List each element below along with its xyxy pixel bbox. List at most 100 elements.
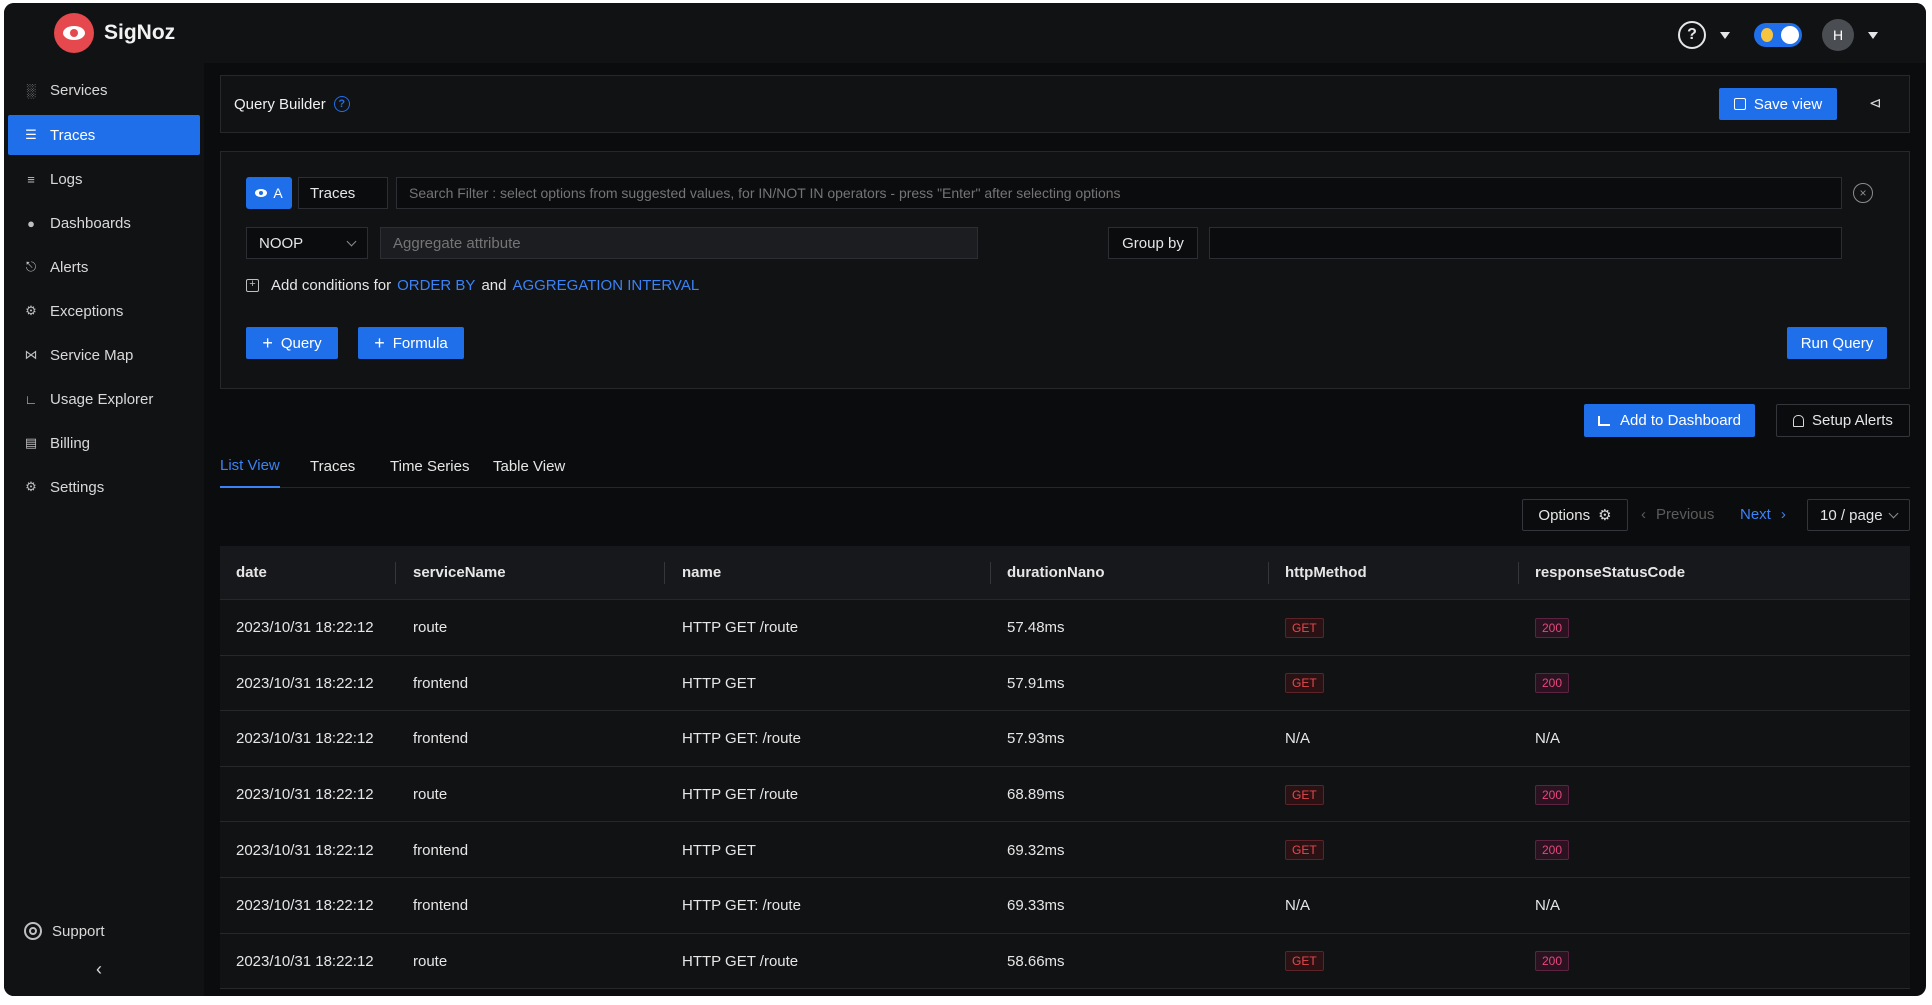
sidebar-item-dashboards[interactable]: ● Dashboards <box>8 203 200 243</box>
add-formula-button[interactable]: + Formula <box>358 327 464 359</box>
order-by-link[interactable]: ORDER BY <box>397 277 475 294</box>
info-icon[interactable]: ? <box>333 96 350 112</box>
avatar[interactable]: H <box>1822 19 1854 51</box>
options-label: Options <box>1538 506 1591 524</box>
run-query-label: Run Query <box>1800 334 1874 352</box>
align-left-icon: ≡ <box>27 171 35 187</box>
table-row[interactable]: 2023/10/31 18:22:12 frontend HTTP GET 57.91… <box>220 655 1910 712</box>
column-header-response-status-code[interactable]: responseStatusCode <box>1535 564 1685 581</box>
dashboard-icon: ● <box>27 215 35 231</box>
options-button[interactable]: Options ⚙ <box>1522 499 1628 531</box>
close-circle-icon[interactable]: × <box>1853 183 1873 203</box>
add-query-button[interactable]: + Query <box>246 327 338 359</box>
cell-status-code: 200 <box>1535 934 1570 990</box>
aggregate-operator-select[interactable]: NOOP <box>246 227 368 259</box>
chevron-down-icon <box>346 236 357 246</box>
query-a-toggle[interactable]: A <box>246 177 292 209</box>
cell-text: 2023/10/31 18:22:12 <box>236 619 374 637</box>
http-method-tag: GET <box>1285 617 1324 638</box>
column-header-duration-nano[interactable]: durationNano <box>1007 564 1105 581</box>
cell-name: HTTP GET <box>682 656 756 712</box>
receipt-icon: ▤ <box>24 435 38 450</box>
cell-duration: 69.33ms <box>1007 878 1065 934</box>
sidebar-item-usage-explorer[interactable]: ∟ Usage Explorer <box>8 379 200 419</box>
aggregate-attribute-input[interactable] <box>380 227 978 259</box>
page-size-select[interactable]: 10 / page <box>1807 499 1910 531</box>
cell-text: HTTP GET /route <box>682 952 799 970</box>
column-header-date[interactable]: date <box>236 564 267 581</box>
status-code-tag: 200 <box>1535 617 1570 638</box>
cell-text: 57.91ms <box>1007 674 1065 692</box>
aggregation-interval-link[interactable]: AGGREGATION INTERVAL <box>512 277 699 294</box>
cell-text: HTTP GET: /route <box>682 730 801 748</box>
sidebar: ░ Services ☰ Traces ≡ Logs ● Dashboards … <box>4 63 204 996</box>
bar-chart-icon: ░ <box>26 82 36 98</box>
column-divider <box>395 562 396 584</box>
table-row[interactable]: 2023/10/31 18:22:12 frontend HTTP GET 69.32… <box>220 822 1910 878</box>
sidebar-item-traces[interactable]: ☰ Traces <box>8 115 200 155</box>
cell-date: 2023/10/31 18:22:12 <box>236 822 374 878</box>
cell-duration: 57.48ms <box>1007 600 1065 656</box>
sidebar-item-settings[interactable]: ⚙ Settings <box>8 467 200 507</box>
query-builder-header: Query Builder ? Save view ⊲ <box>220 75 1910 133</box>
previous-label: Previous <box>1656 506 1715 523</box>
cell-service-name: route <box>413 767 447 823</box>
cell-name: HTTP GET /route <box>682 934 798 990</box>
plus-icon: + <box>374 333 385 353</box>
cell-duration: 57.91ms <box>1007 656 1065 712</box>
tab-table-view[interactable]: Table View <box>493 445 565 488</box>
theme-toggle[interactable] <box>1754 23 1802 47</box>
search-filter-input[interactable] <box>396 177 1842 209</box>
table-row[interactable]: 2023/10/31 18:22:12 route HTTP GET /route 5… <box>220 600 1910 656</box>
column-header-name[interactable]: name <box>682 564 721 581</box>
sidebar-item-alerts[interactable]: ⎋ Alerts <box>8 247 200 287</box>
table-row[interactable]: 2023/10/31 18:22:12 route HTTP GET /route 5… <box>220 933 1910 990</box>
sidebar-item-label: Logs <box>50 170 83 188</box>
cell-date: 2023/10/31 18:22:12 <box>236 600 374 656</box>
sidebar-item-exceptions[interactable]: ⚙ Exceptions <box>8 291 200 331</box>
help-caret-down-icon[interactable] <box>1720 31 1730 39</box>
logo[interactable]: SigNoz <box>54 13 175 53</box>
sidebar-item-label: Service Map <box>50 346 134 364</box>
collapse-sidebar-icon[interactable]: ‹ <box>96 959 102 980</box>
user-caret-down-icon[interactable] <box>1868 31 1878 39</box>
tab-list-view[interactable]: List View <box>220 445 280 488</box>
cell-date: 2023/10/31 18:22:12 <box>236 656 374 712</box>
save-view-label: Save view <box>1753 95 1823 113</box>
cell-text: HTTP GET /route <box>682 786 799 804</box>
add-conditions-row[interactable]: + Add conditions for ORDER BY and AGGREG… <box>246 277 699 294</box>
next-page-button[interactable]: Next › <box>1740 506 1786 523</box>
cell-http-method: N/A <box>1285 878 1310 934</box>
previous-page-button[interactable]: ‹ Previous <box>1641 506 1714 523</box>
conditions-prefix: Add conditions for <box>271 277 392 294</box>
column-header-http-method[interactable]: httpMethod <box>1285 564 1367 581</box>
help-icon[interactable]: ? <box>1678 21 1706 49</box>
share-icon[interactable]: ⊲ <box>1869 94 1882 112</box>
sidebar-item-service-map[interactable]: ⋈ Service Map <box>8 335 200 375</box>
cell-text: 68.89ms <box>1007 786 1065 804</box>
add-to-dashboard-button[interactable]: Add to Dashboard <box>1584 404 1755 437</box>
column-header-service-name[interactable]: serviceName <box>413 564 506 581</box>
cell-service-name: frontend <box>413 878 468 934</box>
run-query-button[interactable]: Run Query <box>1787 327 1887 359</box>
table-row[interactable]: 2023/10/31 18:22:12 route HTTP GET /route 6… <box>220 766 1910 823</box>
cell-text: N/A <box>1285 730 1311 748</box>
table-row[interactable]: 2023/10/31 18:22:12 frontend HTTP GET: /ro… <box>220 711 1910 767</box>
sidebar-item-services[interactable]: ░ Services <box>8 70 200 110</box>
area-chart-icon <box>1598 415 1611 426</box>
cell-text: 58.66ms <box>1007 952 1065 970</box>
data-source-select[interactable]: Traces <box>298 177 388 209</box>
setup-alerts-button[interactable]: Setup Alerts <box>1776 404 1910 437</box>
tab-time-series[interactable]: Time Series <box>390 445 469 488</box>
sidebar-item-logs[interactable]: ≡ Logs <box>8 159 200 199</box>
table-row[interactable]: 2023/10/31 18:22:12 frontend HTTP GET: /ro… <box>220 877 1910 934</box>
cell-text: 2023/10/31 18:22:12 <box>236 952 374 970</box>
tab-traces[interactable]: Traces <box>310 445 355 488</box>
group-by-input[interactable] <box>1209 227 1842 259</box>
chevron-left-icon: ‹ <box>1641 506 1646 523</box>
status-code-tag: 200 <box>1535 951 1570 972</box>
column-divider <box>1268 562 1269 584</box>
sidebar-item-billing[interactable]: ▤ Billing <box>8 423 200 463</box>
support-link[interactable]: Support <box>24 922 105 940</box>
save-view-button[interactable]: Save view <box>1719 88 1837 120</box>
